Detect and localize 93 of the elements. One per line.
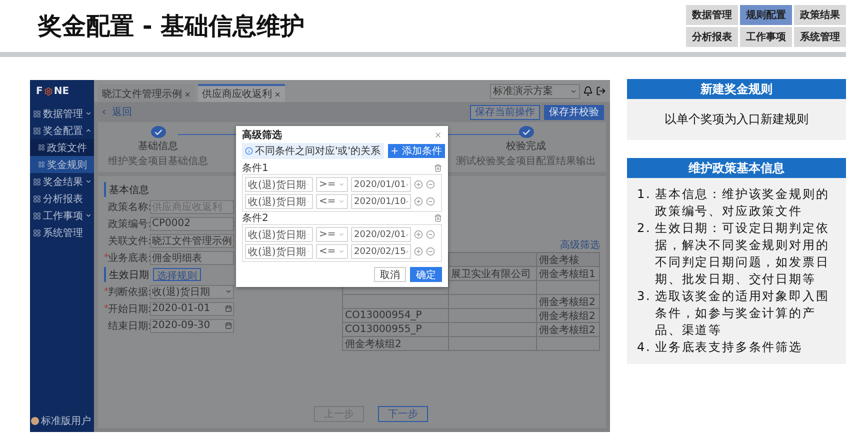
user-name: 标准版用户: [41, 414, 91, 428]
field-label: 政策名称:: [108, 200, 150, 214]
required-mark: *: [104, 286, 108, 296]
sidebar-item[interactable]: 系统管理: [30, 224, 94, 241]
dialog-title: 高级筛选: [242, 128, 282, 142]
notice-text: 不同条件之间对应'或'的关系: [255, 144, 380, 158]
list-number: 3.: [637, 288, 652, 305]
section-heading: 基本信息: [109, 184, 149, 196]
operator-select[interactable]: >=: [316, 227, 348, 242]
panel-text: 以单个奖项为入口新建规则: [664, 111, 810, 128]
sidebar-item[interactable]: 数据管理: [30, 105, 94, 122]
step-description: 测试校验奖金项目配置结果输出: [456, 154, 596, 168]
sidebar-label: 奖金规则: [47, 158, 88, 172]
sidebar-subitem[interactable]: 奖金规则: [30, 156, 94, 173]
list-text: 生效日期：可设定日期判定依据，解决不同奖金规则对用的不同判定日期问题，如发票日期、批发日期、交付日期等: [655, 220, 830, 288]
list-number: 1.: [637, 186, 652, 203]
tab-label: 晓江文件管理示例: [102, 88, 182, 101]
sidebar-label: 工作事项: [43, 210, 83, 222]
step-title: 基础信息: [138, 140, 178, 153]
table-header-cell: 佣金考核: [537, 253, 600, 267]
nav-tab[interactable]: 系统管理: [794, 27, 846, 47]
field-label: 结束日期:: [108, 320, 150, 332]
panel-header: 新建奖金规则: [627, 79, 846, 99]
date-input[interactable]: 2020/01/10: [351, 194, 411, 209]
input-field[interactable]: 晓江文件管理示例: [150, 234, 234, 248]
condition-label: 条件1: [242, 162, 268, 175]
list-text: 选取该奖金的适用对象即入围条件，如参与奖金计算的产品、渠道等: [655, 288, 830, 339]
sidebar-label: 系统管理: [43, 226, 84, 240]
list-number: 2.: [637, 220, 652, 237]
table-cell: CO13000955_P: [343, 323, 449, 337]
action-button[interactable]: 保存并校验: [544, 104, 604, 120]
sidebar-label: 数据管理: [43, 108, 83, 120]
operator-select[interactable]: >=: [316, 177, 348, 192]
table-cell: 佣金考核组2: [343, 337, 449, 351]
scheme-select[interactable]: 标准演示方案: [490, 84, 580, 98]
step-title: 校验完成: [506, 140, 546, 153]
nav-tab[interactable]: 工作事项: [740, 27, 792, 47]
operator-select[interactable]: <=: [316, 244, 348, 259]
sidebar-label: 分析报表: [43, 192, 84, 206]
table-cell: 佣金考核组2: [537, 295, 600, 309]
date-field[interactable]: 2020-09-30: [150, 318, 234, 332]
sidebar-item[interactable]: 奖金配置: [30, 122, 94, 139]
sidebar-label: 政策文件: [47, 142, 88, 154]
sidebar-item[interactable]: 工作事项: [30, 207, 94, 224]
nav-tab[interactable]: 政策结果: [794, 5, 846, 25]
input-field[interactable]: CP0002: [150, 216, 234, 230]
sidebar-label: 奖金配置: [43, 124, 83, 138]
list-text: 基本信息：维护该奖金规则的政策编号、对应政策文件: [655, 186, 830, 220]
step-description: 维护奖金项目基础信息: [108, 154, 208, 168]
dialog-button[interactable]: 取消: [374, 267, 406, 282]
page-tab[interactable]: 晓江文件管理示例: [98, 84, 195, 102]
nav-tab[interactable]: 数据管理: [686, 5, 738, 25]
table-cell: 展卫实业有限公司: [449, 267, 537, 281]
required-mark: *: [104, 304, 108, 314]
sidebar-item[interactable]: 分析报表: [30, 190, 94, 207]
sidebar-label: 奖金结果: [43, 176, 83, 188]
field-select[interactable]: 收(退)货日期: [245, 227, 313, 242]
logo-text: NE: [54, 86, 70, 97]
field-label: 政策编号:: [108, 218, 150, 230]
field-label: 判断依据:: [108, 286, 150, 298]
sidebar-item[interactable]: 奖金结果: [30, 173, 94, 190]
dialog-button[interactable]: 确定: [410, 267, 442, 282]
field-select[interactable]: 收(退)货日期: [245, 194, 313, 209]
add-condition-button[interactable]: + 添加条件: [388, 144, 446, 158]
page-tab[interactable]: 供应商应收返利: [198, 84, 285, 102]
list-text: 业务底表支持多条件筛选: [655, 339, 804, 356]
select-field[interactable]: 收(退)货日期: [150, 284, 234, 298]
panel-header: 维护政策基本信息: [627, 158, 846, 178]
field-select[interactable]: 收(退)货日期: [245, 177, 313, 192]
field-label: 关联文件:: [108, 234, 150, 248]
table-cell: 佣金考核组2: [537, 309, 600, 323]
field-label: 业务底表:: [108, 252, 150, 264]
date-input[interactable]: 2020/02/01: [351, 227, 411, 242]
condition-label: 条件2: [242, 212, 268, 225]
table-cell: 佣金考核组1: [537, 267, 600, 281]
table-cell: CO13000954_P: [343, 309, 449, 323]
list-number: 4.: [637, 339, 652, 356]
field-label: 开始日期:: [108, 302, 150, 316]
page-title: 奖金配置 - 基础信息维护: [38, 11, 305, 42]
field-select[interactable]: 收(退)货日期: [245, 244, 313, 259]
date-field[interactable]: 2020-01-01: [150, 302, 234, 316]
logo-text: F: [36, 86, 43, 97]
operator-select[interactable]: <=: [316, 194, 348, 209]
tab-label: 供应商应收返利: [202, 88, 272, 101]
nav-tab[interactable]: 规则配置: [740, 5, 792, 25]
input-field[interactable]: 佣金明细表: [150, 250, 234, 264]
required-mark: *: [104, 252, 108, 262]
section-heading: 生效日期: [109, 268, 149, 282]
sidebar-subitem[interactable]: 政策文件: [30, 139, 94, 156]
date-input[interactable]: 2020/02/15: [351, 244, 411, 259]
date-input[interactable]: 2020/01/01: [351, 177, 411, 192]
nav-tab[interactable]: 分析报表: [686, 27, 738, 47]
table-cell: 佣金考核组2: [537, 323, 600, 337]
